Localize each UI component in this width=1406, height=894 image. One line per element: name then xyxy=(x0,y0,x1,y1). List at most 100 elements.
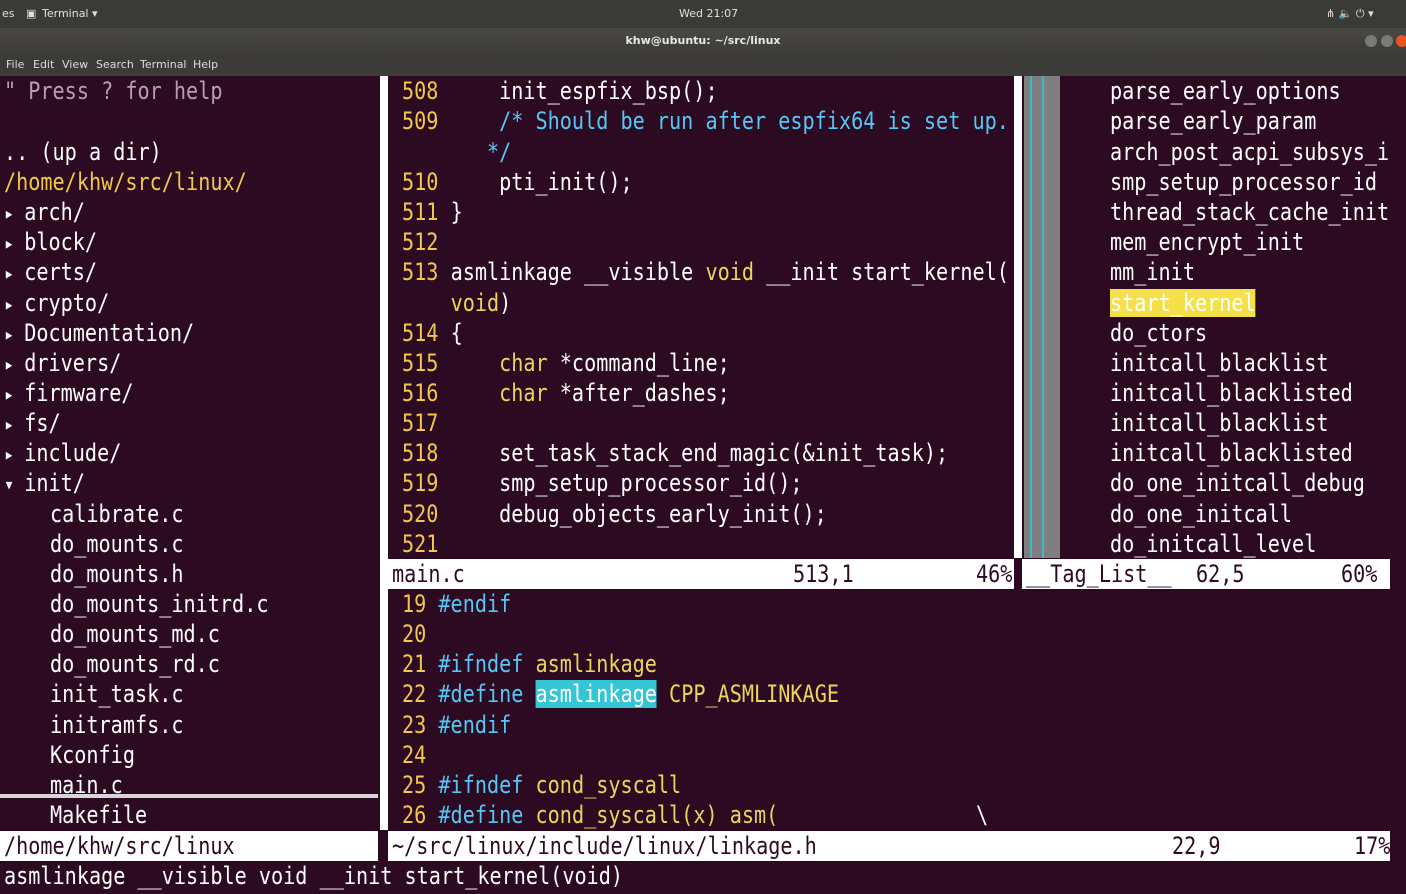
tree-item-block[interactable]: ▸ block/ xyxy=(4,227,97,257)
menu-help[interactable]: Help xyxy=(193,58,218,71)
collapsed-arrow-icon: ▸ xyxy=(4,201,25,225)
tag-item[interactable]: initcall_blacklist xyxy=(1110,348,1328,378)
code-line: 516 char *after_dashes; xyxy=(402,379,730,407)
tree-item-fs[interactable]: ▸ fs/ xyxy=(4,408,61,438)
tag-item[interactable]: do_one_initcall_debug xyxy=(1110,468,1365,498)
terminal-menubar: File Edit View Search Terminal Help xyxy=(0,54,1406,76)
window-title: khw@ubuntu: ~/src/linux xyxy=(625,34,781,47)
tree-item-documentation[interactable]: ▸ Documentation/ xyxy=(4,318,194,348)
line-continuation: \ xyxy=(976,801,989,829)
clock[interactable]: Wed 21:07 xyxy=(679,7,738,20)
tree-item-drivers[interactable]: ▸ drivers/ xyxy=(4,348,121,378)
taglist-status-position: 62,5 xyxy=(1196,560,1245,588)
tree-item-init[interactable]: ▾ init/ xyxy=(4,468,85,498)
statusline-main[interactable]: main.c 513,1 46% __Tag_List__ 62,5 60% xyxy=(388,559,1390,589)
menu-view[interactable]: View xyxy=(62,58,88,71)
tag-item[interactable]: initcall_blacklist xyxy=(1110,408,1328,438)
tag-item[interactable]: thread_stack_cache_init xyxy=(1110,197,1389,227)
tree-file[interactable]: do_mounts_initrd.c xyxy=(50,589,268,619)
split-separator-left[interactable] xyxy=(380,76,388,830)
tree-file[interactable]: initramfs.c xyxy=(50,710,184,740)
vim-command-line[interactable]: asmlinkage __visible void __init start_k… xyxy=(4,861,623,891)
code-line: 21 #ifndef asmlinkage xyxy=(402,650,657,678)
code-line: void) xyxy=(450,289,512,317)
tag-item[interactable]: do_initcall_level xyxy=(1110,529,1316,559)
tag-item[interactable]: parse_early_options xyxy=(1110,76,1341,106)
status-filename: ~/src/linux/include/linux/linkage.h xyxy=(392,832,817,860)
code-line: 508 init_espfix_bsp(); xyxy=(402,77,718,105)
menu-search[interactable]: Search xyxy=(96,58,134,71)
expanded-arrow-icon: ▾ xyxy=(4,472,25,496)
app-menu-terminal[interactable]: Terminal ▾ xyxy=(42,7,98,20)
tree-item-certs[interactable]: ▸ certs/ xyxy=(4,257,97,287)
menu-file[interactable]: File xyxy=(6,58,24,71)
statusline-linkage[interactable]: ~/src/linux/include/linux/linkage.h 22,9… xyxy=(388,831,1390,861)
tag-item[interactable]: initcall_blacklisted xyxy=(1110,438,1353,468)
split-separator-right[interactable] xyxy=(1014,76,1022,558)
status-percent: 46% xyxy=(976,560,1013,588)
tag-item[interactable]: do_ctors xyxy=(1110,318,1207,348)
tag-item[interactable]: mem_encrypt_init xyxy=(1110,227,1304,257)
menu-edit[interactable]: Edit xyxy=(33,58,54,71)
code-line: 520 debug_objects_early_init(); xyxy=(402,500,827,528)
tree-file[interactable]: do_mounts_rd.c xyxy=(50,649,220,679)
code-line: 25 #ifndef cond_syscall xyxy=(402,771,682,799)
maximize-button[interactable] xyxy=(1381,35,1393,47)
code-line: 20 xyxy=(402,620,427,648)
status-gap xyxy=(1014,559,1022,589)
tree-file[interactable]: do_mounts.c xyxy=(50,529,184,559)
fold-guide xyxy=(1030,76,1032,558)
fold-guide xyxy=(1042,76,1044,558)
collapsed-arrow-icon: ▸ xyxy=(4,322,25,346)
collapsed-arrow-icon: ▸ xyxy=(4,261,25,285)
tree-item-crypto[interactable]: ▸ crypto/ xyxy=(4,288,109,318)
nerdtree-status-path: /home/khw/src/linux xyxy=(4,832,235,860)
collapsed-arrow-icon: ▸ xyxy=(4,231,25,255)
tag-item[interactable]: do_one_initcall xyxy=(1110,499,1292,529)
tree-item-firmware[interactable]: ▸ firmware/ xyxy=(4,378,133,408)
tag-item[interactable]: parse_early_param xyxy=(1110,106,1316,136)
activities-fragment[interactable]: es xyxy=(2,7,15,20)
tag-item[interactable]: smp_setup_processor_id xyxy=(1110,167,1377,197)
code-line: 19 #endif xyxy=(402,590,512,618)
code-line: 23 #endif xyxy=(402,711,512,739)
menu-terminal[interactable]: Terminal xyxy=(140,58,187,71)
tree-file-selected[interactable]: Makefile xyxy=(50,800,147,830)
system-indicators[interactable]: ⋔ 🔈 ⏻ ▾ xyxy=(1326,7,1374,21)
code-line: 517 xyxy=(402,409,439,437)
tag-item[interactable]: initcall_blacklisted xyxy=(1110,378,1353,408)
code-line: 514 { xyxy=(402,319,463,347)
terminal-icon: ▣ xyxy=(26,7,37,20)
code-line: 515 char *command_line; xyxy=(402,349,730,377)
terminal-area[interactable]: " Press ? for help .. (up a dir) /home/k… xyxy=(0,76,1406,894)
code-line: 512 xyxy=(402,228,439,256)
code-line: 26 #define cond_syscall(x) asm( xyxy=(402,801,779,829)
statusline-nerdtree[interactable]: /home/khw/src/linux xyxy=(0,831,378,861)
code-line: 510 pti_init(); xyxy=(402,168,633,196)
tree-file[interactable]: calibrate.c xyxy=(50,499,184,529)
tree-item-arch[interactable]: ▸ arch/ xyxy=(4,197,85,227)
cursorline-divider xyxy=(0,794,378,798)
tag-item[interactable]: arch_post_acpi_subsys_i xyxy=(1110,137,1389,167)
tree-file[interactable]: Kconfig xyxy=(50,740,135,770)
tag-item[interactable]: mm_init xyxy=(1110,257,1195,287)
code-line: 518 set_task_stack_end_magic(&init_task)… xyxy=(402,439,949,467)
tree-file[interactable]: init_task.c xyxy=(50,679,184,709)
tree-file[interactable]: do_mounts.h xyxy=(50,559,184,589)
nerdtree-help: " Press ? for help xyxy=(4,77,223,105)
window-titlebar[interactable]: khw@ubuntu: ~/src/linux xyxy=(0,28,1406,54)
code-line-cursor: 22 #define asmlinkage CPP_ASMLINKAGE xyxy=(402,680,839,708)
status-percent: 17% xyxy=(1354,832,1391,860)
code-line: 521 xyxy=(402,530,439,558)
minimize-button[interactable] xyxy=(1365,35,1377,47)
code-line: 519 smp_setup_processor_id(); xyxy=(402,469,803,497)
close-button[interactable] xyxy=(1396,35,1406,47)
tag-item-current[interactable]: start_kernel xyxy=(1110,288,1256,318)
status-position: 513,1 xyxy=(793,560,854,588)
tree-file[interactable]: do_mounts_md.c xyxy=(50,619,220,649)
collapsed-arrow-icon: ▸ xyxy=(4,442,25,466)
tree-item-include[interactable]: ▸ include/ xyxy=(4,438,121,468)
nerdtree-updir[interactable]: .. (up a dir) xyxy=(4,137,162,167)
code-line: */ xyxy=(450,138,512,166)
nerdtree-root[interactable]: /home/khw/src/linux/ xyxy=(4,167,247,197)
